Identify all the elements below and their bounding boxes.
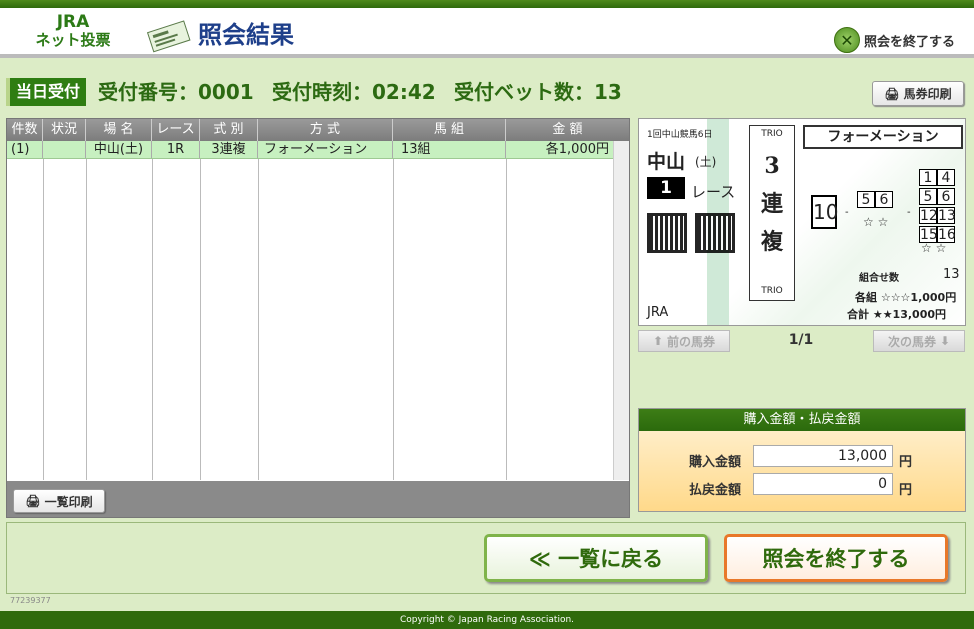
printer-icon: 🖨 xyxy=(884,86,900,101)
printer-icon: 🖨 xyxy=(25,494,41,508)
col-header: 式 別 xyxy=(200,119,258,141)
end-inquiry-link[interactable]: ✕ 照会を終了する xyxy=(834,25,955,55)
race-day: (土) xyxy=(695,155,717,169)
bet-count: 受付ベット数：13 xyxy=(454,80,622,104)
purchase-amount-field: 13,000 xyxy=(753,445,893,467)
page-indicator: 1/1 xyxy=(788,332,814,348)
header: JRA ネット投票 照会結果 ✕ 照会を終了する xyxy=(0,8,974,58)
bet-type-kanji: 3 連 複 xyxy=(760,153,783,255)
race-suffix: レース xyxy=(691,183,736,201)
receipt-number: 受付番号：0001 xyxy=(98,80,254,104)
yen-unit: 円 xyxy=(899,483,913,498)
version-text: 77239377 xyxy=(10,596,51,605)
prev-ticket-button[interactable]: ⬆ 前の馬券 xyxy=(638,330,730,352)
ticket-preview: 1回中山競馬6日 中山 (土) 1 レース JRA TRIO 3 連 複 TRI… xyxy=(638,118,966,326)
qr-code xyxy=(647,213,687,253)
receipt-status-bar: 当日受付 受付番号：0001 受付時刻：02:42 受付ベット数：13 xyxy=(6,76,966,106)
table-scrollbar[interactable] xyxy=(613,141,629,480)
combos-label: 組合せ数 xyxy=(859,273,899,284)
ticket-brand: JRA xyxy=(647,305,669,320)
footer-copyright: Copyright © Japan Racing Association. xyxy=(0,611,974,629)
ticket-pager: ⬆ 前の馬券 1/1 次の馬券 ⬇ xyxy=(638,330,966,354)
jra-logo: JRA ネット投票 xyxy=(35,12,111,49)
close-icon: ✕ xyxy=(834,27,860,53)
total-amount: 合計 ★★13,000円 xyxy=(847,308,946,321)
cell-count: (1) xyxy=(7,141,43,158)
purchase-label: 購入金額 xyxy=(689,455,742,470)
list-print-button[interactable]: 🖨 一覧印刷 xyxy=(13,489,105,513)
method-label: フォーメーション xyxy=(803,125,963,149)
ticket-icon xyxy=(146,20,191,53)
cell-amount: 各1,000円 xyxy=(545,142,609,157)
second-horses: 56 xyxy=(857,189,893,208)
venue: 中山 xyxy=(647,151,686,173)
refund-label: 払戻金額 xyxy=(689,483,742,498)
print-ticket-button[interactable]: 🖨 馬券印刷 xyxy=(872,81,964,106)
bet-table-panel: 件数 状況 場 名 レース 式 別 方 式 馬 組 金 額 (1) 中山(土) … xyxy=(6,118,630,518)
page-title: 照会結果 xyxy=(198,21,294,49)
qr-code xyxy=(695,213,735,253)
each-amount: 各組 ☆☆☆1,000円 xyxy=(855,291,957,304)
bet-type-box: TRIO 3 連 複 TRIO xyxy=(749,125,795,301)
top-stripe xyxy=(0,0,974,8)
meeting-info: 1回中山競馬6日 xyxy=(647,130,713,140)
back-to-list-button[interactable]: ≪ 一覧に戻る xyxy=(484,534,708,582)
end-inquiry-button[interactable]: 照会を終了する xyxy=(724,534,948,582)
col-header: レース xyxy=(152,119,200,141)
col-header: 場 名 xyxy=(86,119,152,141)
amount-title: 購入金額・払戻金額 xyxy=(639,409,965,431)
refund-amount-field: 0 xyxy=(753,473,893,495)
bet-table: 件数 状況 場 名 レース 式 別 方 式 馬 組 金 額 (1) 中山(土) … xyxy=(7,119,629,481)
cell-combination: 13組 xyxy=(393,141,506,158)
cell-method: フォーメーション xyxy=(258,141,393,158)
next-ticket-button[interactable]: 次の馬券 ⬇ xyxy=(873,330,965,352)
col-header: 馬 組 xyxy=(393,119,506,141)
cell-venue: 中山(土) xyxy=(86,141,152,158)
arrow-up-icon: ⬆ xyxy=(652,334,664,348)
col-header: 方 式 xyxy=(258,119,393,141)
today-badge: 当日受付 xyxy=(6,78,87,106)
arrow-down-icon: ⬇ xyxy=(939,334,951,348)
cell-race: 1R xyxy=(152,141,200,158)
cell-bet-type: 3連複 xyxy=(200,141,258,158)
third-horses: 14 56 1213 1516 xyxy=(919,169,956,243)
race-number: 1 xyxy=(647,177,685,199)
col-header: 状況 xyxy=(43,119,86,141)
amount-panel: 購入金額・払戻金額 購入金額 13,000 円 払戻金額 0 円 xyxy=(638,408,966,512)
table-header: 件数 状況 場 名 レース 式 別 方 式 馬 組 金 額 xyxy=(7,119,629,141)
receipt-time: 受付時刻：02:42 xyxy=(272,80,436,104)
first-horse: 10 xyxy=(811,195,838,229)
col-header: 件数 xyxy=(7,119,43,141)
yen-unit: 円 xyxy=(899,455,913,470)
table-row[interactable]: (1) 中山(土) 1R 3連複 フォーメーション 13組 各1,000円 xyxy=(7,141,613,159)
cell-status xyxy=(43,141,86,158)
col-header: 金 額 xyxy=(552,122,583,137)
combos-value: 13 xyxy=(943,267,960,282)
